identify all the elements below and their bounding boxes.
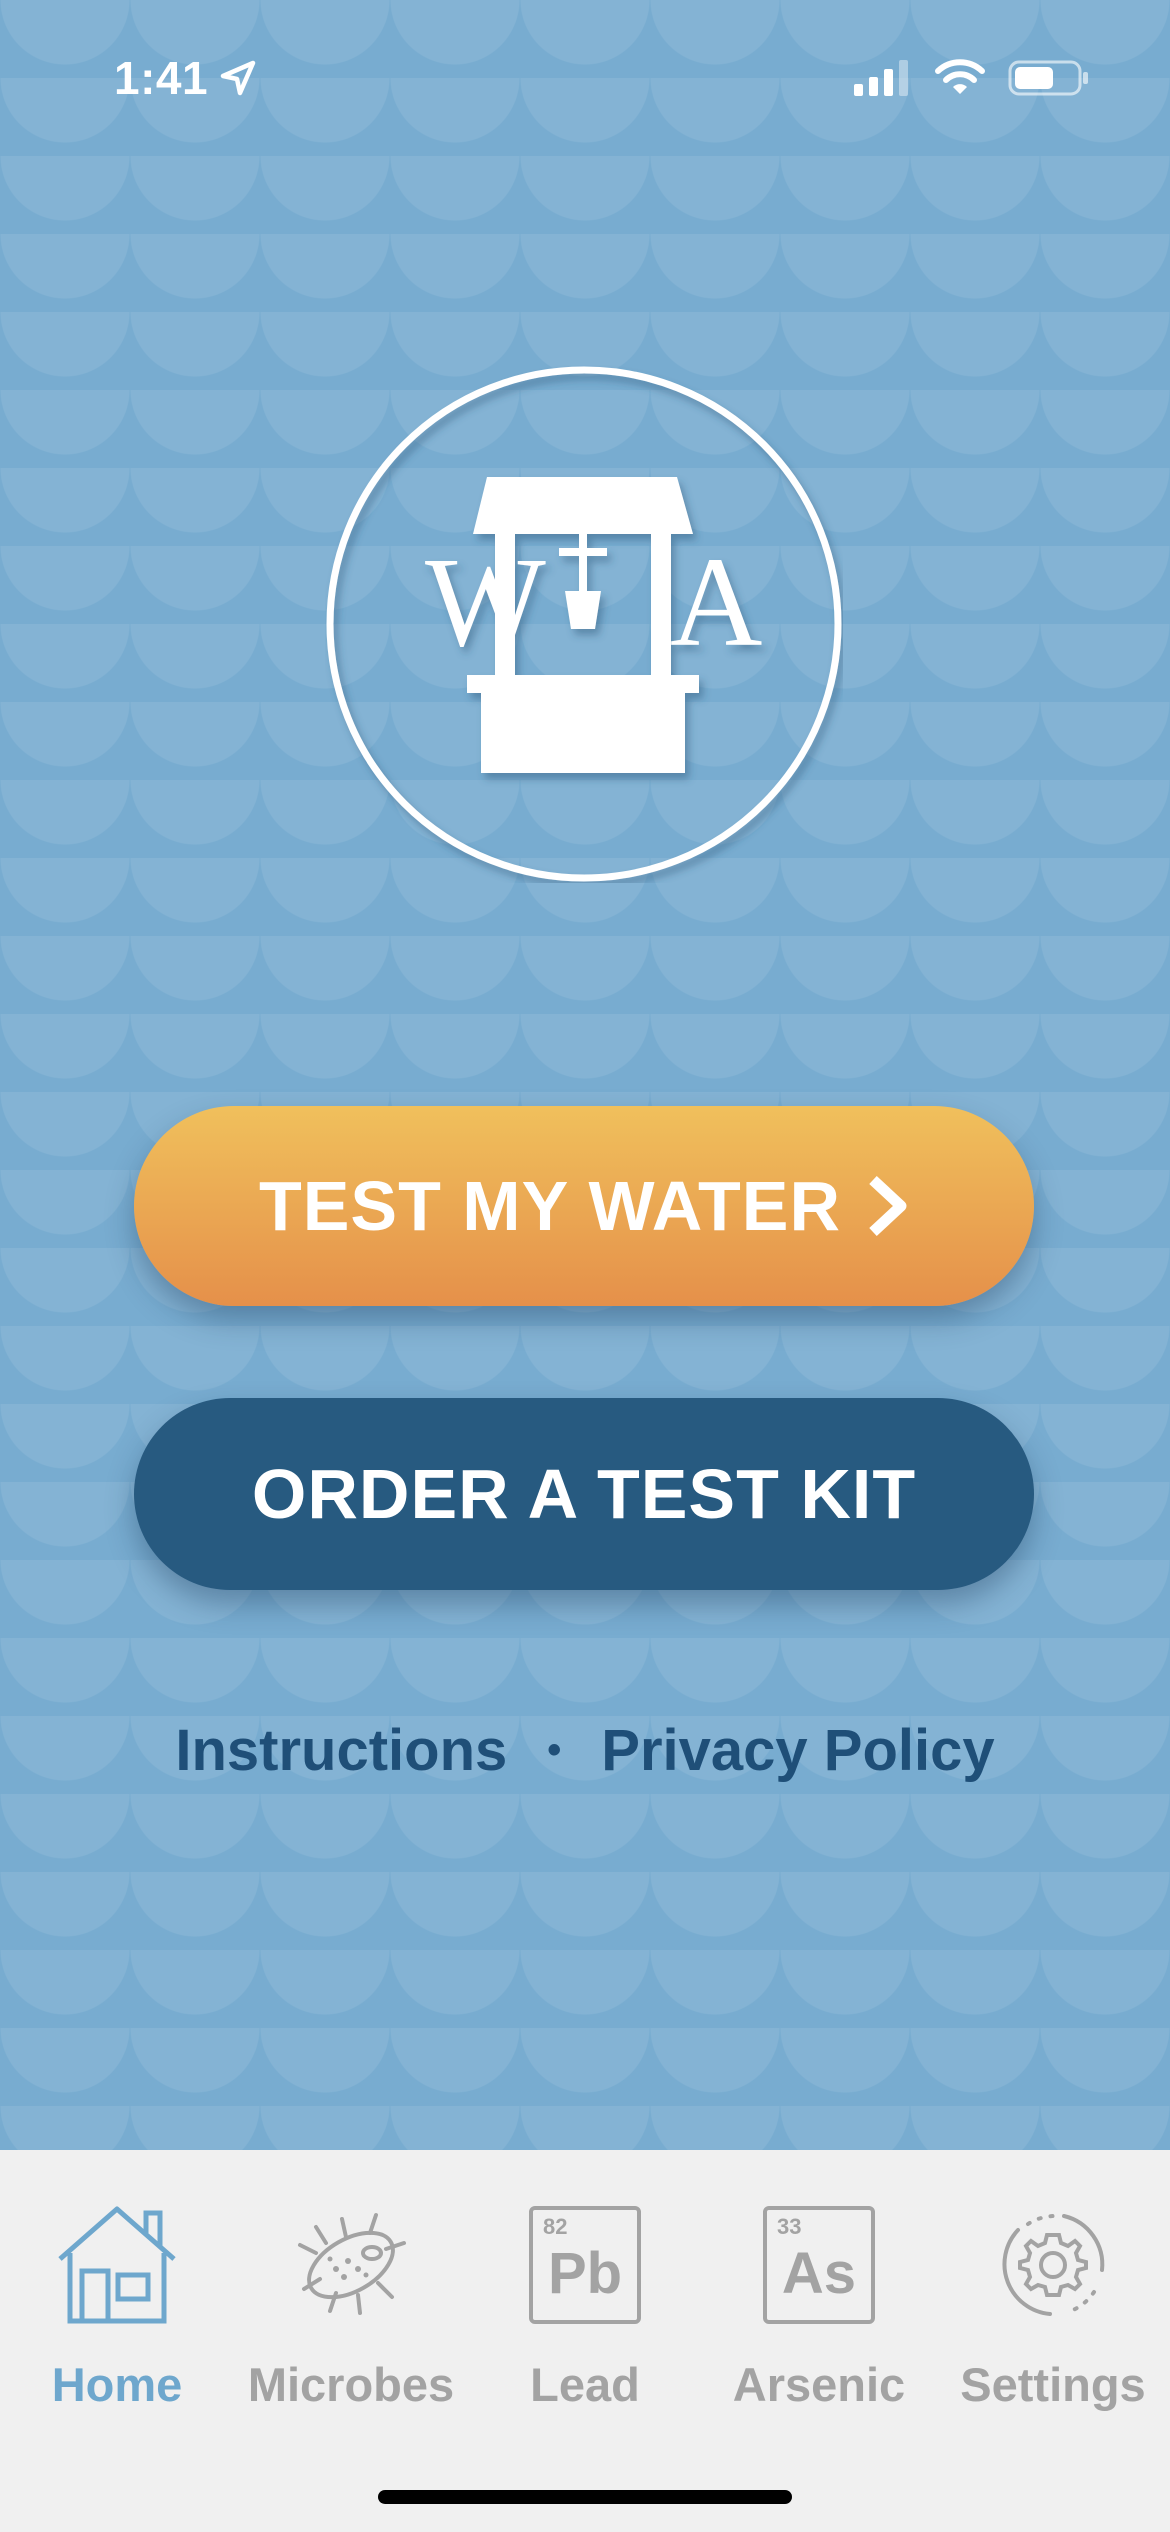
test-my-water-label: TEST MY WATER <box>258 1167 842 1245</box>
tab-lead[interactable]: 82 Pb Lead <box>468 2195 702 2415</box>
gear-icon <box>983 2195 1123 2335</box>
link-separator: • <box>547 1727 562 1772</box>
arsenic-element-icon: 33 As <box>749 2195 889 2335</box>
lead-atomic-number: 82 <box>543 2214 568 2239</box>
chevron-right-icon <box>869 1175 907 1237</box>
status-time: 1:41 <box>114 48 258 108</box>
tab-home[interactable]: Home <box>0 2195 234 2415</box>
tab-settings-label: Settings <box>960 2358 1146 2411</box>
clock-text: 1:41 <box>114 52 209 104</box>
tab-arsenic[interactable]: 33 As Arsenic <box>702 2195 936 2415</box>
tab-home-label: Home <box>51 2358 183 2411</box>
tab-microbes[interactable]: Microbes <box>234 2195 468 2415</box>
privacy-policy-link[interactable]: Privacy Policy <box>601 1717 994 1784</box>
signal-icon <box>854 60 908 96</box>
microbe-icon <box>281 2195 421 2335</box>
test-my-water-button[interactable]: TEST MY WATER <box>134 1106 1034 1306</box>
status-icons <box>854 50 1090 106</box>
logo-letter-w: W <box>425 531 546 673</box>
wifi-icon <box>935 59 985 94</box>
arsenic-atomic-number: 33 <box>777 2214 802 2239</box>
house-icon <box>47 2195 187 2335</box>
footer-links: Instructions • Privacy Policy <box>0 1710 1170 1790</box>
tab-microbes-label: Microbes <box>247 2358 455 2411</box>
lead-element-icon: 82 Pb <box>515 2195 655 2335</box>
location-arrow-icon <box>220 60 256 96</box>
tab-settings[interactable]: Settings <box>936 2195 1170 2415</box>
tab-arsenic-label: Arsenic <box>732 2358 906 2411</box>
battery-icon <box>1008 60 1088 96</box>
order-test-kit-button[interactable]: ORDER A TEST KIT <box>134 1398 1034 1590</box>
tab-lead-label: Lead <box>530 2358 640 2411</box>
app-logo: W A <box>325 365 843 883</box>
home-indicator[interactable] <box>378 2490 792 2504</box>
instructions-link[interactable]: Instructions <box>175 1717 507 1784</box>
arsenic-symbol: As <box>781 2241 857 2306</box>
logo-letter-a: A <box>670 531 762 673</box>
order-test-kit-label: ORDER A TEST KIT <box>251 1455 917 1533</box>
lead-symbol: Pb <box>547 2241 623 2306</box>
home-screen: 1:41 W A TEST MY WATER ORDER A TEST KIT … <box>0 0 1170 2150</box>
